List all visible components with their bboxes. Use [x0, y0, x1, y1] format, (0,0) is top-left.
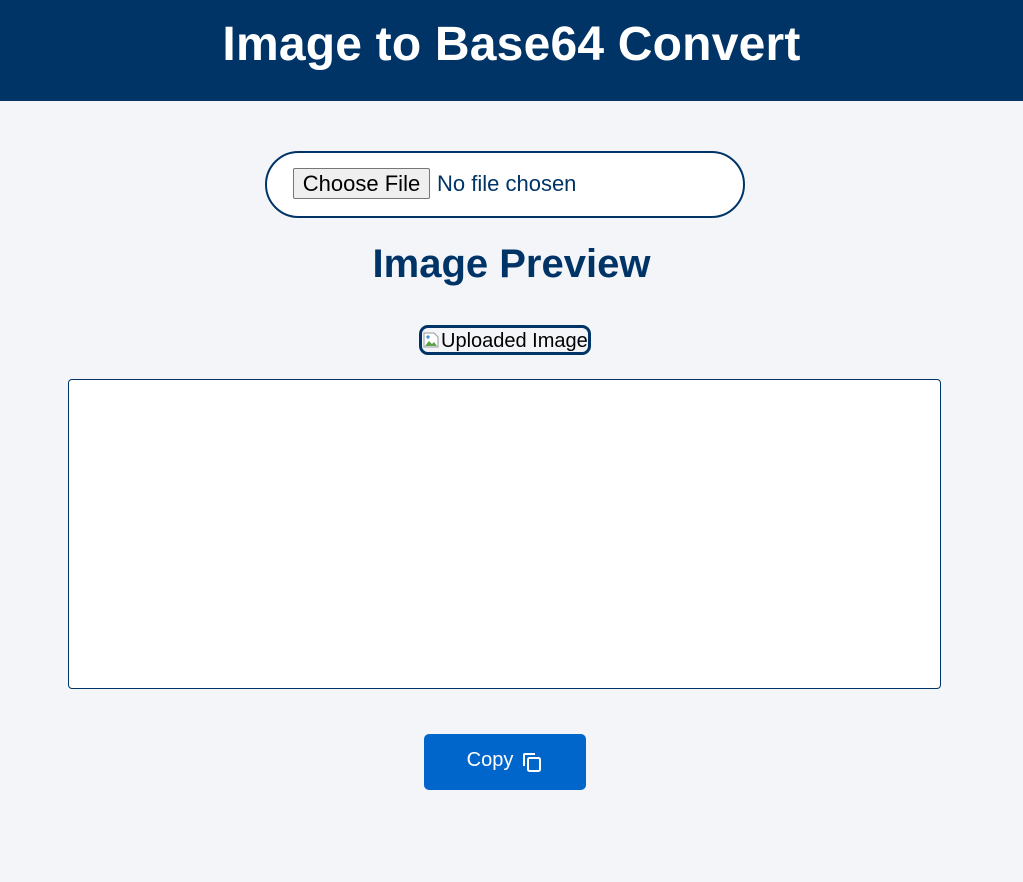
- file-status-text: No file chosen: [437, 171, 577, 196]
- copy-button-label: Copy: [466, 749, 514, 771]
- image-alt-text: Uploaded Image: [441, 329, 588, 352]
- uploaded-image-preview: Uploaded Image: [419, 325, 591, 355]
- page-title: Image to Base64 Convert: [222, 17, 801, 71]
- base64-output-textarea[interactable]: [68, 379, 941, 689]
- file-upload-field[interactable]: Choose File No file chosen: [265, 151, 745, 218]
- copy-icon: [521, 751, 543, 773]
- broken-image-icon: [423, 332, 439, 348]
- copy-button[interactable]: Copy: [424, 734, 586, 790]
- image-preview-heading: Image Preview: [372, 242, 651, 286]
- choose-file-button[interactable]: Choose File: [293, 168, 430, 199]
- page-header: Image to Base64 Convert: [0, 0, 1023, 101]
